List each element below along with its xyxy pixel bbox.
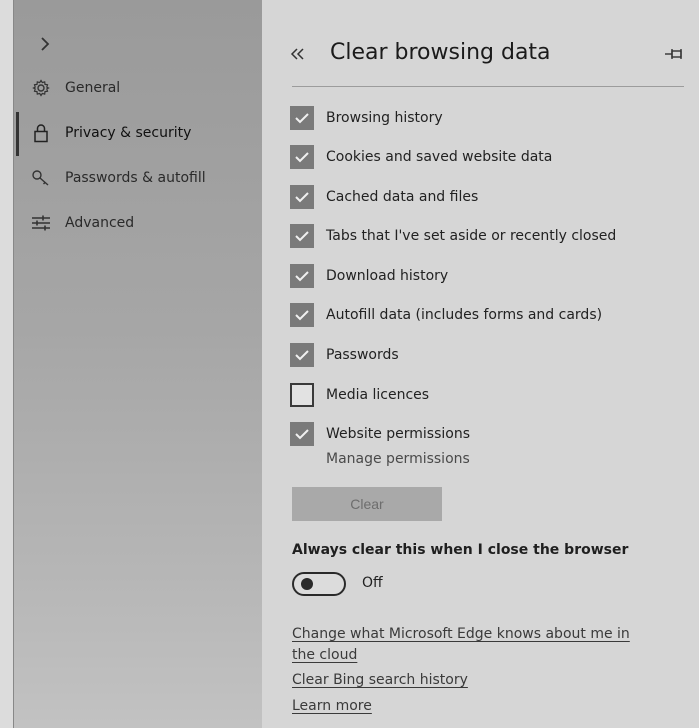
checkbox-website-permissions[interactable]: Website permissions [290,420,470,448]
checkmark-icon[interactable] [290,224,314,248]
checkmark-icon[interactable] [290,145,314,169]
checkmark-icon[interactable] [290,264,314,288]
checkbox-label: Cookies and saved website data [326,149,553,165]
toggle-state-label: Off [362,575,383,591]
manage-permissions-link[interactable]: Manage permissions [326,451,470,467]
edge-knows-link[interactable]: Change what Microsoft Edge knows about m… [292,624,630,666]
gear-icon [28,77,54,99]
checkbox-tabs-set-aside[interactable]: Tabs that I've set aside or recently clo… [290,222,616,250]
empty-checkbox-icon[interactable] [290,383,314,407]
sidebar-item-privacy-security[interactable]: Privacy & security [22,116,258,150]
clear-bing-history-link[interactable]: Clear Bing search history [292,670,468,691]
sidebar-item-passwords-autofill[interactable]: Passwords & autofill [22,161,258,195]
title-divider [292,86,684,87]
sidebar-item-advanced[interactable]: Advanced [22,206,258,240]
always-clear-toggle[interactable] [292,572,346,596]
edge-knows-link-line2[interactable]: the cloud [292,647,357,663]
selected-item-indicator [16,112,19,156]
learn-more-link[interactable]: Learn more [292,696,372,717]
sidebar-item-label: General [65,80,121,96]
checkbox-label: Passwords [326,347,399,363]
sidebar-item-label: Privacy & security [65,125,192,141]
sidebar-item-label: Advanced [65,215,135,231]
checkbox-cookies[interactable]: Cookies and saved website data [290,143,552,171]
key-icon [28,167,54,189]
toggle-knob [301,578,313,590]
checkmark-icon[interactable] [290,422,314,446]
checkmark-icon[interactable] [290,106,314,130]
checkbox-label: Cached data and files [326,189,479,205]
pin-icon[interactable] [662,43,688,65]
checkbox-media-licences[interactable]: Media licences [290,381,429,409]
chevron-right-icon[interactable] [30,29,60,59]
edge-knows-link-line1[interactable]: Change what Microsoft Edge knows about m… [292,626,630,642]
checkbox-label: Autofill data (includes forms and cards) [326,307,603,323]
sidebar-item-general[interactable]: General [22,71,258,105]
clear-button[interactable]: Clear [292,487,442,521]
checkmark-icon[interactable] [290,303,314,327]
window-edge-divider [13,0,14,728]
checkbox-browsing-history[interactable]: Browsing history [290,104,443,132]
checkmark-icon[interactable] [290,185,314,209]
checkbox-label: Website permissions [326,426,471,442]
checkbox-cached-data[interactable]: Cached data and files [290,183,478,211]
double-chevron-left-icon[interactable] [286,42,310,66]
sidebar-item-label: Passwords & autofill [65,170,206,186]
always-clear-heading: Always clear this when I close the brows… [292,542,629,558]
checkbox-passwords[interactable]: Passwords [290,341,399,369]
checkmark-icon[interactable] [290,343,314,367]
checkbox-download-history[interactable]: Download history [290,262,448,290]
checkbox-label: Media licences [326,387,430,403]
checkbox-label: Browsing history [326,110,443,126]
sliders-icon [28,212,54,234]
window-edge [0,0,14,728]
lock-icon [28,122,54,144]
checkbox-label: Download history [326,268,449,284]
sidebar [0,0,262,728]
page-title: Clear browsing data [330,40,551,65]
checkbox-autofill-data[interactable]: Autofill data (includes forms and cards) [290,301,602,329]
checkbox-label: Tabs that I've set aside or recently clo… [326,228,617,244]
